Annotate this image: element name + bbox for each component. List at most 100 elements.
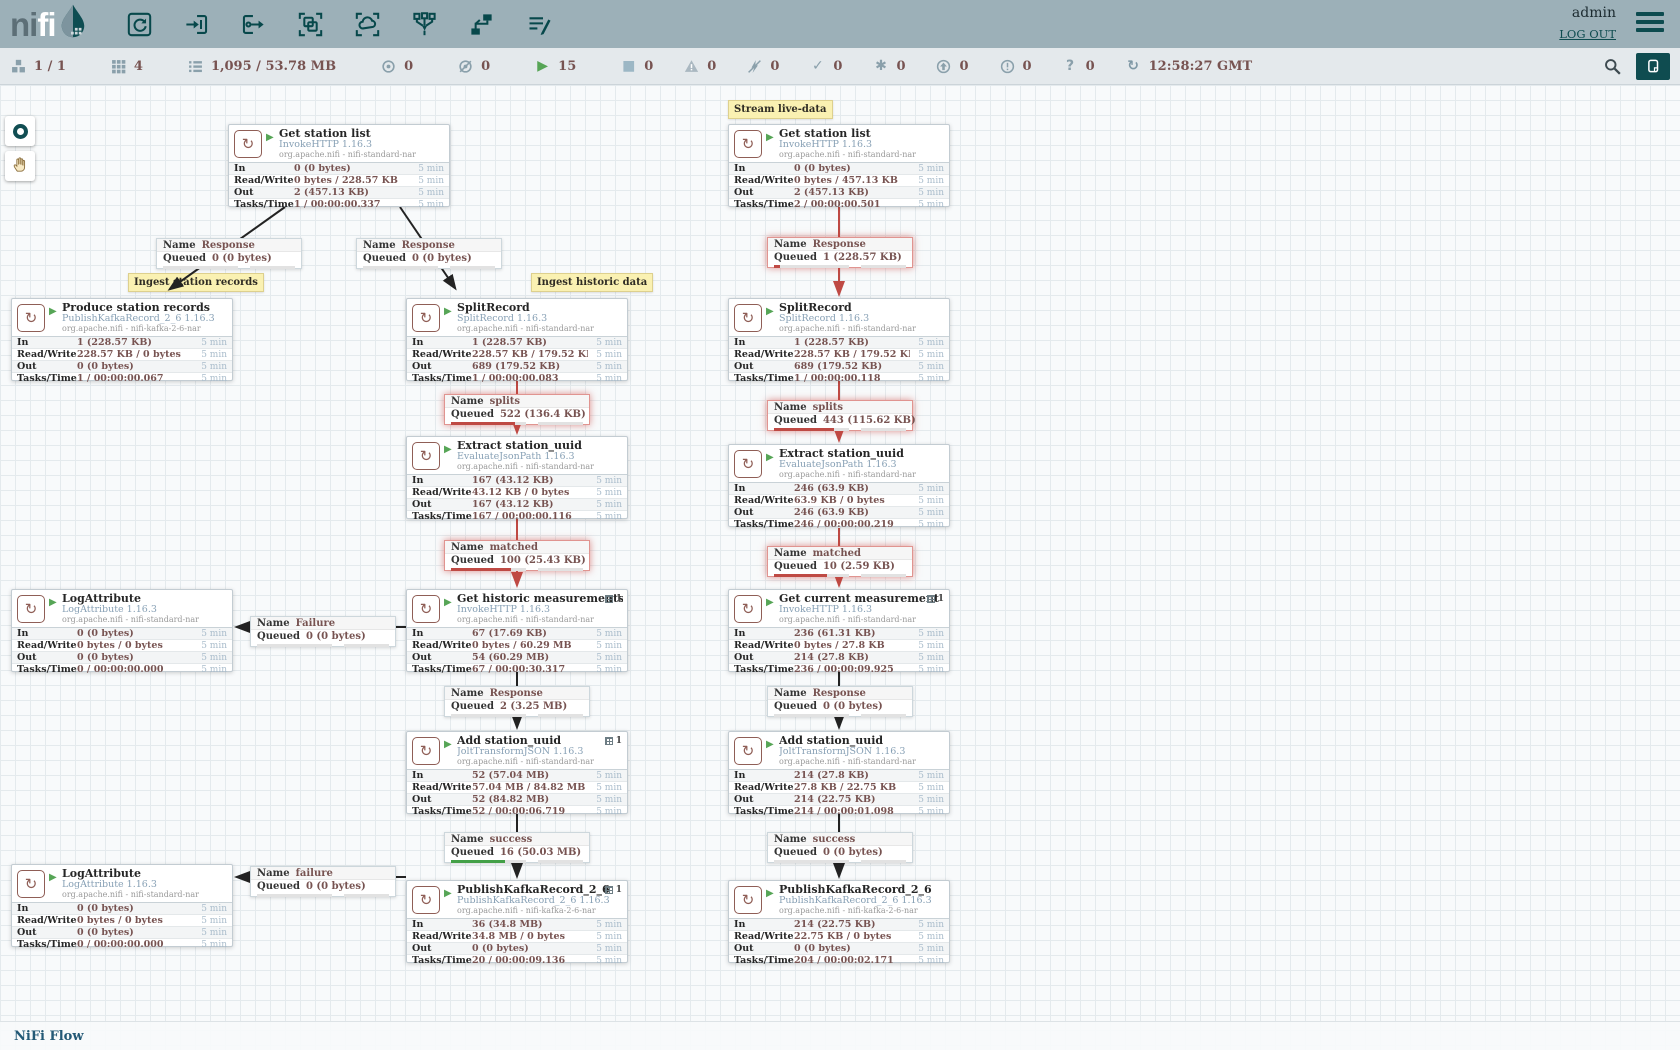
canvas-label[interactable]: Ingest historic data xyxy=(531,273,653,292)
stat-window: 5 min xyxy=(588,500,622,510)
backpressure-bars xyxy=(257,643,389,648)
connection-label[interactable]: NameResponseQueued0 (0 bytes) xyxy=(767,686,913,717)
input-port-tool-icon[interactable] xyxy=(175,4,218,44)
connection-queued-row: Queued0 (0 bytes) xyxy=(251,630,395,642)
stat-label: Read/Write xyxy=(412,931,472,942)
connection-label[interactable]: NamematchedQueued100 (25.43 KB) xyxy=(444,540,590,571)
processor-produce-station-records[interactable]: ↻▶Produce station recordsPublishKafkaRec… xyxy=(11,298,233,381)
processor-get-current-measurement[interactable]: ↻▶Get current measurementInvokeHTTP 1.16… xyxy=(728,589,950,672)
connection-label[interactable]: NameFailureQueued0 (0 bytes) xyxy=(250,616,396,647)
connection-label[interactable]: NamesuccessQueued0 (0 bytes) xyxy=(767,832,913,863)
processor-bundle: org.apache.nifi - nifi-standard-nar xyxy=(779,151,945,160)
stat-window: 5 min xyxy=(410,176,444,186)
stat-row: Tasks/Time0 / 00:00:00.0005 min xyxy=(12,938,232,950)
canvas-label[interactable]: Stream live-data xyxy=(728,100,833,119)
stat-row: Out52 (84.82 MB)5 min xyxy=(407,793,627,805)
processor-icon: ↻ xyxy=(412,595,440,623)
backpressure-count-bar xyxy=(163,266,238,269)
connection-name-row: Namesplits xyxy=(768,401,912,414)
connection-label[interactable]: NamematchedQueued10 (2.59 KB) xyxy=(767,546,913,577)
processor-add-station-uuid-right[interactable]: ↻▶Add station_uuidJoltTransformJSON 1.16… xyxy=(728,731,950,814)
processor-tool-icon[interactable] xyxy=(118,4,161,44)
connection-name-row: Namematched xyxy=(768,547,912,560)
current-user: admin xyxy=(1559,5,1616,23)
processor-icon: ↻ xyxy=(734,595,762,623)
label-tool-icon[interactable] xyxy=(517,4,560,44)
threads-grid-icon xyxy=(605,886,613,894)
stat-window: 5 min xyxy=(588,795,622,805)
panel-toggle-button[interactable] xyxy=(1636,53,1670,80)
stat-value: 0 bytes / 60.29 MB xyxy=(472,640,588,651)
connection-name-key: Name xyxy=(257,868,290,879)
stat-row: Tasks/Time1 / 00:00:00.0675 min xyxy=(12,372,232,384)
breadcrumb-link[interactable]: NiFi Flow xyxy=(14,1029,84,1044)
stat-window: 5 min xyxy=(910,484,944,494)
connection-label[interactable]: NamesplitsQueued522 (136.4 KB) xyxy=(444,394,590,425)
stat-row: Tasks/Time1 / 00:00:00.3375 min xyxy=(229,198,449,210)
up-to-date-icon: ✓ xyxy=(809,58,826,74)
stat-label: Out xyxy=(734,187,794,198)
stat-value: 204 / 00:00:02.171 xyxy=(794,955,910,966)
pan-button[interactable] xyxy=(5,151,35,181)
processor-get-station-list-right[interactable]: ↻▶Get station listInvokeHTTP 1.16.3org.a… xyxy=(728,124,950,207)
stat-row: Tasks/Time246 / 00:00:00.2195 min xyxy=(729,518,949,530)
connection-label[interactable]: NameResponseQueued2 (3.25 MB) xyxy=(444,686,590,717)
processor-publishkafka-right[interactable]: ↻▶PublishKafkaRecord_2_6PublishKafkaReco… xyxy=(728,880,950,963)
processor-get-historic-measurements[interactable]: ↻▶Get historic measurementsInvokeHTTP 1.… xyxy=(406,589,628,672)
processor-header: ↻▶SplitRecordSplitRecord 1.16.3org.apach… xyxy=(407,299,627,336)
funnel-tool-icon[interactable] xyxy=(403,4,446,44)
output-port-tool-icon[interactable] xyxy=(232,4,275,44)
connection-label[interactable]: NamesuccessQueued16 (50.03 MB) xyxy=(444,832,590,863)
status-value: 0 xyxy=(896,59,905,74)
processor-add-station-uuid-mid[interactable]: ↻▶Add station_uuidJoltTransformJSON 1.16… xyxy=(406,731,628,814)
process-group-tool-icon[interactable] xyxy=(289,4,332,44)
processor-extract-station-uuid-mid[interactable]: ↻▶Extract station_uuidEvaluateJsonPath 1… xyxy=(406,436,628,519)
stat-label: Tasks/Time xyxy=(412,664,472,675)
stat-row: In0 (0 bytes)5 min xyxy=(12,628,232,639)
stat-row: Read/Write43.12 KB / 0 bytes5 min xyxy=(407,486,627,498)
connection-label[interactable]: NameResponseQueued1 (228.57 KB) xyxy=(767,237,913,268)
connection-queued-value: 10 (2.59 KB) xyxy=(823,561,895,572)
search-icon[interactable] xyxy=(1603,57,1622,76)
stat-value: 246 (63.9 KB) xyxy=(794,507,910,518)
running-state-icon: ▶ xyxy=(444,444,452,455)
connection-name-row: NameResponse xyxy=(445,687,589,700)
template-tool-icon[interactable] xyxy=(460,4,503,44)
stat-window: 5 min xyxy=(910,164,944,174)
processor-splitrecord-mid[interactable]: ↻▶SplitRecordSplitRecord 1.16.3org.apach… xyxy=(406,298,628,381)
backpressure-size-bar xyxy=(450,266,495,269)
stat-value: 0 bytes / 0 bytes xyxy=(77,915,193,926)
processor-icon: ↻ xyxy=(412,304,440,332)
logout-link[interactable]: LOG OUT xyxy=(1559,27,1616,41)
stat-window: 5 min xyxy=(910,771,944,781)
global-menu-button[interactable] xyxy=(1636,12,1664,36)
processor-logattribute-upper[interactable]: ↻▶LogAttributeLogAttribute 1.16.3org.apa… xyxy=(11,589,233,672)
processor-publishkafka-mid[interactable]: ↻▶PublishKafkaRecord_2_6PublishKafkaReco… xyxy=(406,880,628,963)
stat-window: 5 min xyxy=(910,932,944,942)
stat-row: Out0 (0 bytes)5 min xyxy=(12,360,232,372)
stat-window: 5 min xyxy=(910,374,944,384)
stat-window: 5 min xyxy=(193,374,227,384)
stat-row: Out0 (0 bytes)5 min xyxy=(407,942,627,954)
navigate-button[interactable] xyxy=(5,116,35,146)
user-area: admin LOG OUT xyxy=(1559,5,1616,43)
stat-value: 167 (43.12 KB) xyxy=(472,475,588,486)
stat-value: 57.04 MB / 84.82 MB xyxy=(472,782,588,793)
processor-splitrecord-right[interactable]: ↻▶SplitRecordSplitRecord 1.16.3org.apach… xyxy=(728,298,950,381)
status-queued-items: 1,095 / 53.78 MB xyxy=(187,59,336,74)
processor-extract-station-uuid-right[interactable]: ↻▶Extract station_uuidEvaluateJsonPath 1… xyxy=(728,444,950,527)
connection-label[interactable]: NameResponseQueued0 (0 bytes) xyxy=(156,238,302,269)
connection-label[interactable]: NamefailureQueued0 (0 bytes) xyxy=(250,866,396,897)
stat-value: 1 (228.57 KB) xyxy=(77,337,193,348)
processor-logattribute-lower[interactable]: ↻▶LogAttributeLogAttribute 1.16.3org.apa… xyxy=(11,864,233,947)
processor-get-station-list-left[interactable]: ↻▶Get station listInvokeHTTP 1.16.3org.a… xyxy=(228,124,450,207)
stat-row: Out689 (179.52 KB)5 min xyxy=(407,360,627,372)
canvas-label[interactable]: Ingest station records xyxy=(128,273,264,292)
processor-titles: SplitRecordSplitRecord 1.16.3org.apache.… xyxy=(779,302,945,334)
connection-queued-value: 0 (0 bytes) xyxy=(412,253,472,264)
stat-window: 5 min xyxy=(910,200,944,210)
stat-value: 2 / 00:00:00.501 xyxy=(794,199,910,210)
connection-label[interactable]: NamesplitsQueued443 (115.62 KB) xyxy=(767,400,913,431)
remote-process-group-tool-icon[interactable] xyxy=(346,4,389,44)
connection-label[interactable]: NameResponseQueued0 (0 bytes) xyxy=(356,238,502,269)
